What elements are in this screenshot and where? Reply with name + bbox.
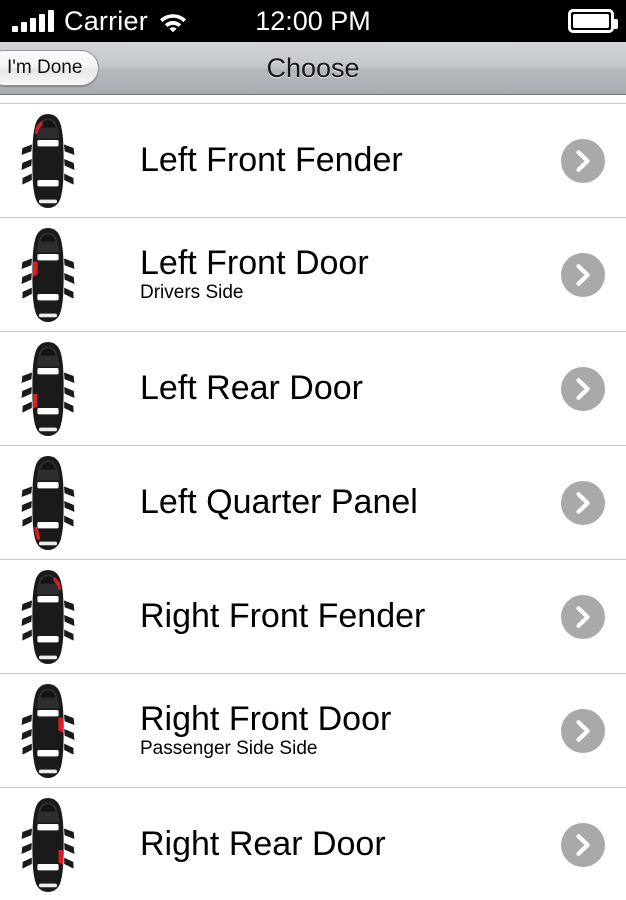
disclosure-accessory[interactable] — [540, 480, 626, 525]
disclosure-accessory[interactable] — [540, 138, 626, 183]
car-top-view-icon — [0, 453, 96, 553]
list-item-text: Left Front Door Drivers Side — [96, 245, 540, 304]
status-bar-left: Carrier — [12, 6, 188, 37]
list-item-text: Right Front Fender — [96, 598, 540, 634]
navigation-bar: I'm Done Choose — [0, 42, 626, 95]
list-item-title: Right Rear Door — [140, 825, 386, 864]
list-item[interactable]: Left Quarter Panel — [0, 446, 626, 560]
app-root: Carrier 12:00 PM I'm Done Choose Left Fr… — [0, 0, 626, 900]
im-done-button[interactable]: I'm Done — [0, 50, 100, 86]
carrier-label: Carrier — [64, 5, 148, 36]
list-item-title: Right Front Fender — [140, 597, 426, 636]
status-bar-right — [568, 9, 618, 33]
damage-area-list: Left Front Fender Left Front Door Drivers… — [0, 95, 626, 900]
car-top-view-icon — [0, 111, 96, 211]
chevron-right-icon[interactable] — [561, 480, 605, 525]
disclosure-accessory[interactable] — [540, 708, 626, 753]
list-item-title: Right Front Door — [140, 700, 392, 739]
status-bar: Carrier 12:00 PM — [0, 0, 626, 42]
car-top-view-icon — [0, 339, 96, 439]
list-item[interactable]: Left Front Door Drivers Side — [0, 218, 626, 332]
disclosure-accessory[interactable] — [540, 594, 626, 639]
list-item[interactable]: Right Front Fender — [0, 560, 626, 674]
signal-bars-icon — [12, 10, 54, 32]
list-item-text: Right Front Door Passenger Side Side — [96, 701, 540, 760]
list-item-title: Left Quarter Panel — [140, 483, 418, 522]
list-rows-container: Left Front Fender Left Front Door Drivers… — [0, 104, 626, 900]
list-item-text: Left Quarter Panel — [96, 484, 540, 520]
list-item-text: Left Front Fender — [96, 142, 540, 178]
chevron-right-icon[interactable] — [561, 822, 605, 867]
list-item[interactable]: Left Rear Door — [0, 332, 626, 446]
list-item-subtitle: Drivers Side — [140, 282, 244, 304]
car-top-view-icon — [0, 795, 96, 895]
list-item-subtitle: Passenger Side Side — [140, 738, 318, 760]
disclosure-accessory[interactable] — [540, 822, 626, 867]
list-item-text: Left Rear Door — [96, 370, 540, 406]
car-top-view-icon — [0, 225, 96, 325]
list-item-title: Left Front Door — [140, 244, 369, 283]
list-item[interactable]: Right Front Door Passenger Side Side — [0, 674, 626, 788]
list-item[interactable]: Right Rear Door — [0, 788, 626, 900]
chevron-right-icon[interactable] — [561, 366, 605, 411]
chevron-right-icon[interactable] — [561, 594, 605, 639]
car-top-view-icon — [0, 681, 96, 781]
list-item-title: Left Rear Door — [140, 369, 363, 408]
disclosure-accessory[interactable] — [540, 366, 626, 411]
car-top-view-icon — [0, 567, 96, 667]
list-item-text: Right Rear Door — [96, 826, 540, 862]
chevron-right-icon[interactable] — [561, 252, 605, 297]
battery-icon — [568, 9, 618, 33]
disclosure-accessory[interactable] — [540, 252, 626, 297]
list-item[interactable]: Left Front Fender — [0, 104, 626, 218]
chevron-right-icon[interactable] — [561, 708, 605, 753]
list-top-spacer — [0, 95, 626, 103]
wifi-icon — [158, 9, 188, 33]
chevron-right-icon[interactable] — [561, 138, 605, 183]
list-item-title: Left Front Fender — [140, 141, 403, 180]
